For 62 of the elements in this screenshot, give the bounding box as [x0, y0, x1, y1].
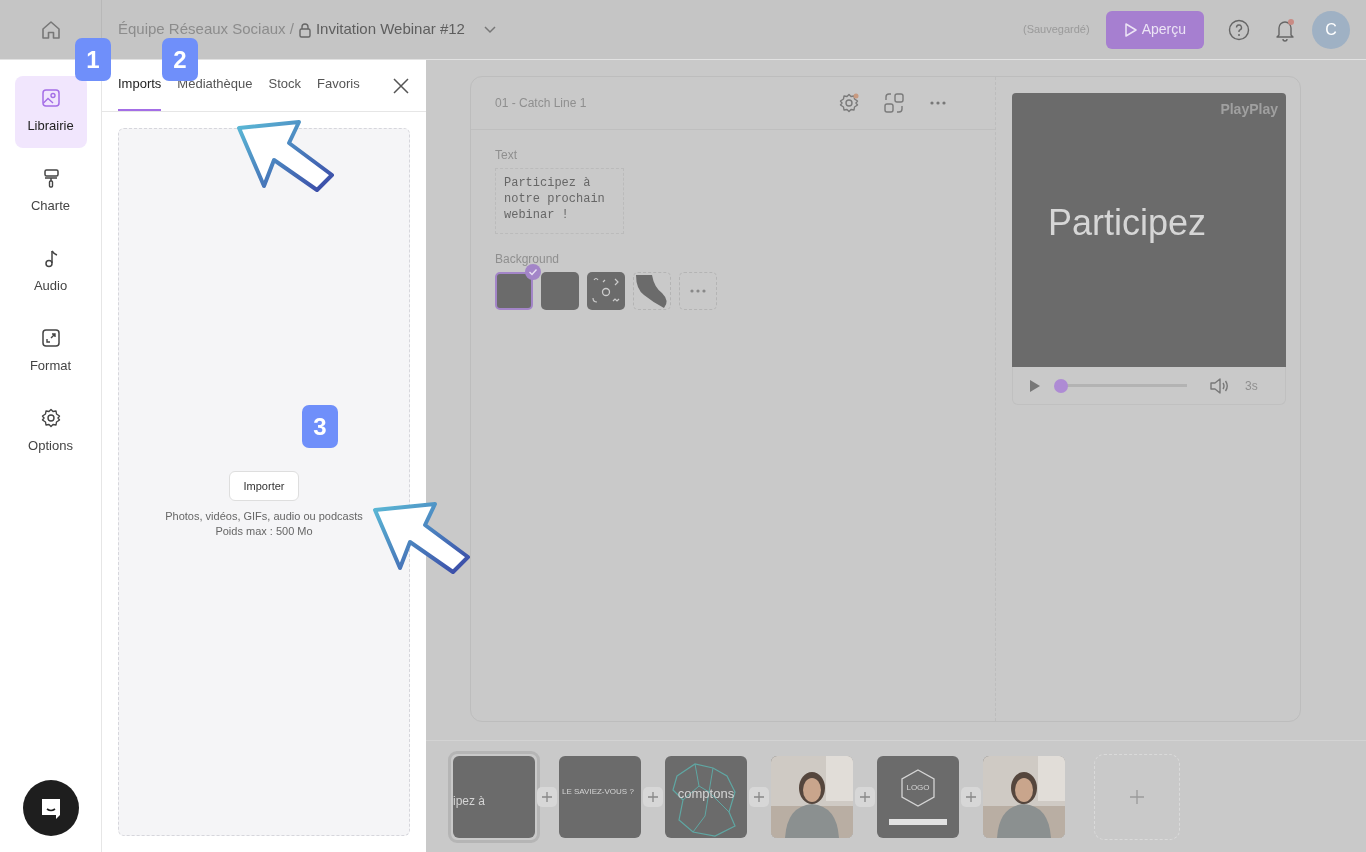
close-icon[interactable] — [392, 77, 410, 95]
lock-icon — [297, 21, 312, 38]
plus-icon — [1130, 789, 1144, 804]
step-number-badge: 3 — [302, 405, 338, 448]
scene-caption: LE SAVIEZ-VOUS ? — [562, 785, 634, 798]
step-number-badge: 1 — [75, 38, 111, 81]
scene-thumbnail[interactable]: ipez à — [448, 750, 540, 843]
more-icon[interactable] — [929, 100, 947, 106]
background-swatch[interactable] — [495, 272, 533, 310]
background-swatch[interactable] — [541, 272, 579, 310]
sidebar-item[interactable]: Format — [14, 316, 87, 388]
plus-icon — [860, 791, 870, 802]
home-icon[interactable] — [39, 18, 62, 41]
insert-scene-button[interactable] — [961, 786, 981, 807]
notification-bell-icon[interactable] — [1274, 17, 1296, 42]
plus-icon — [648, 791, 658, 802]
text-field[interactable]: Participez à notre prochain webinar ! — [495, 168, 624, 234]
resize-icon — [40, 328, 61, 349]
play-icon[interactable] — [1029, 378, 1041, 393]
background-swatch[interactable] — [633, 272, 671, 310]
image-icon — [40, 88, 61, 109]
gear-icon[interactable] — [839, 93, 859, 113]
plus-icon — [542, 791, 552, 802]
import-button[interactable]: Importer — [228, 470, 300, 502]
gear-icon — [40, 408, 61, 429]
duration-text: 3s — [1245, 377, 1258, 395]
tab[interactable]: Imports — [118, 73, 162, 111]
plus-icon — [966, 791, 976, 802]
insert-scene-button[interactable] — [749, 786, 769, 807]
volume-icon[interactable] — [1209, 376, 1229, 395]
project-title: Invitation Webinar #12 — [315, 19, 465, 40]
sidebar-item[interactable]: Librairie — [14, 76, 87, 148]
sidebar-item[interactable]: Audio — [14, 236, 87, 308]
swap-icon[interactable] — [883, 92, 905, 114]
scene-caption: ipez à — [453, 792, 486, 810]
hint-text: Poids max : 500 Mo — [215, 524, 313, 540]
tab[interactable]: Favoris — [317, 73, 360, 111]
scene-caption: comptons — [677, 784, 735, 803]
sidebar-item[interactable]: Charte — [14, 156, 87, 228]
field-label: Text — [495, 147, 518, 164]
preview-headline: Participez — [1048, 201, 1207, 245]
insert-scene-button[interactable] — [855, 786, 875, 807]
logo-text: LOGO — [906, 781, 930, 794]
field-label: Background — [495, 251, 561, 268]
sidebar-item[interactable]: Options — [14, 396, 87, 468]
tab[interactable]: Stock — [268, 73, 302, 111]
chevron-down-icon[interactable] — [482, 24, 497, 35]
text-placeholder-bar — [889, 818, 947, 825]
step-number-badge: 2 — [162, 38, 198, 81]
check-icon — [525, 264, 541, 280]
plus-icon — [754, 791, 764, 802]
more-backgrounds-button[interactable] — [679, 272, 717, 310]
more-icon — [689, 288, 707, 294]
hint-text: Photos, vidéos, GIFs, audio ou podcasts — [165, 509, 363, 525]
background-swatch[interactable] — [587, 272, 625, 310]
insert-scene-button[interactable] — [537, 786, 557, 807]
insert-scene-button[interactable] — [643, 786, 663, 807]
play-icon — [1123, 21, 1138, 38]
help-icon[interactable] — [1228, 18, 1250, 41]
hexagon-icon — [901, 768, 935, 807]
progress-thumb[interactable] — [1053, 378, 1068, 393]
scene-title: 01 - Catch Line 1 — [495, 95, 587, 112]
